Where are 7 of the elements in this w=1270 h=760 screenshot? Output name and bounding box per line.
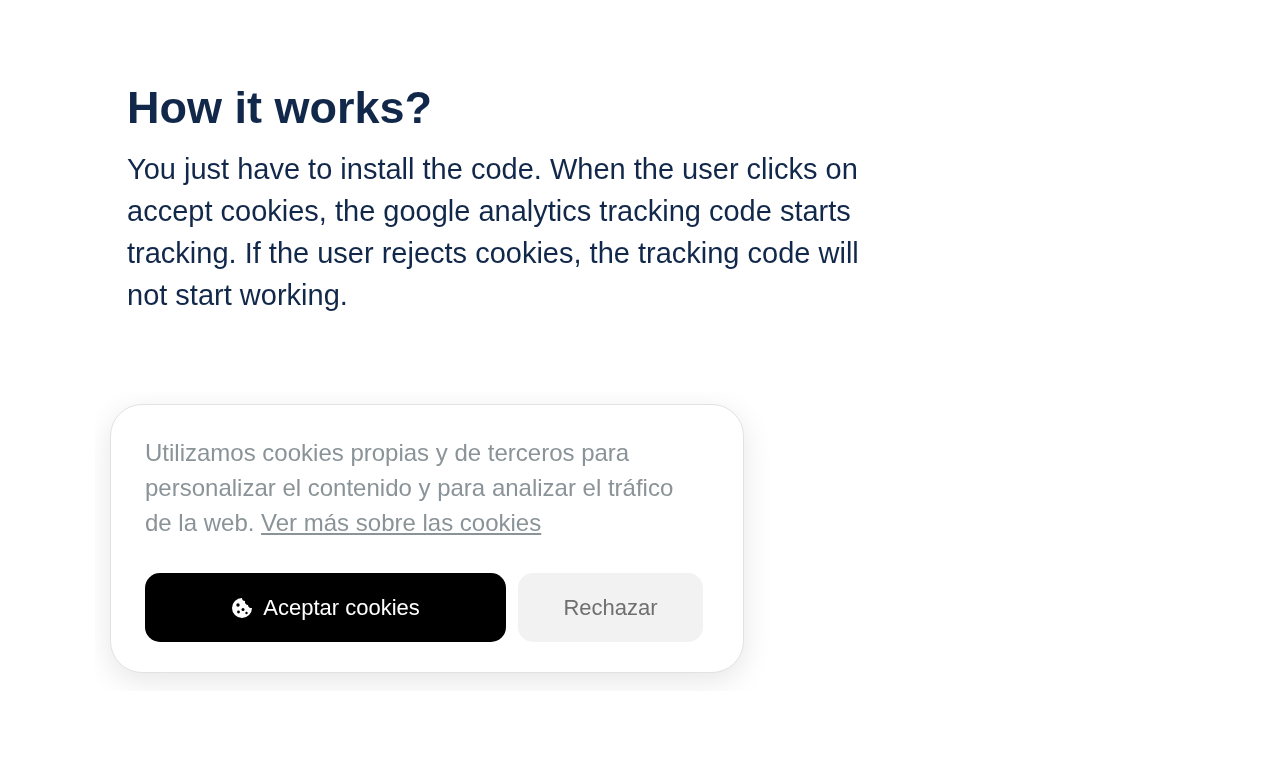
cookie-icon xyxy=(231,596,254,619)
accept-cookies-button[interactable]: Aceptar cookies xyxy=(145,573,506,642)
reject-button[interactable]: Rechazar xyxy=(518,573,703,642)
section-description: You just have to install the code. When the user clicks on accept cookies, the google analytics tracking code starts tracking. If the user rejects cookies, the tracking code will not start working. xyxy=(127,152,860,313)
cookie-policy-link[interactable]: Ver más sobre las cookies xyxy=(261,509,542,536)
cookie-message: Utilizamos cookies propias y de terceros para personalizar el contenido y para analizar el tráfico de la web. Ver más sobre las cookies xyxy=(145,438,675,538)
section-heading: How it works? xyxy=(127,81,433,135)
